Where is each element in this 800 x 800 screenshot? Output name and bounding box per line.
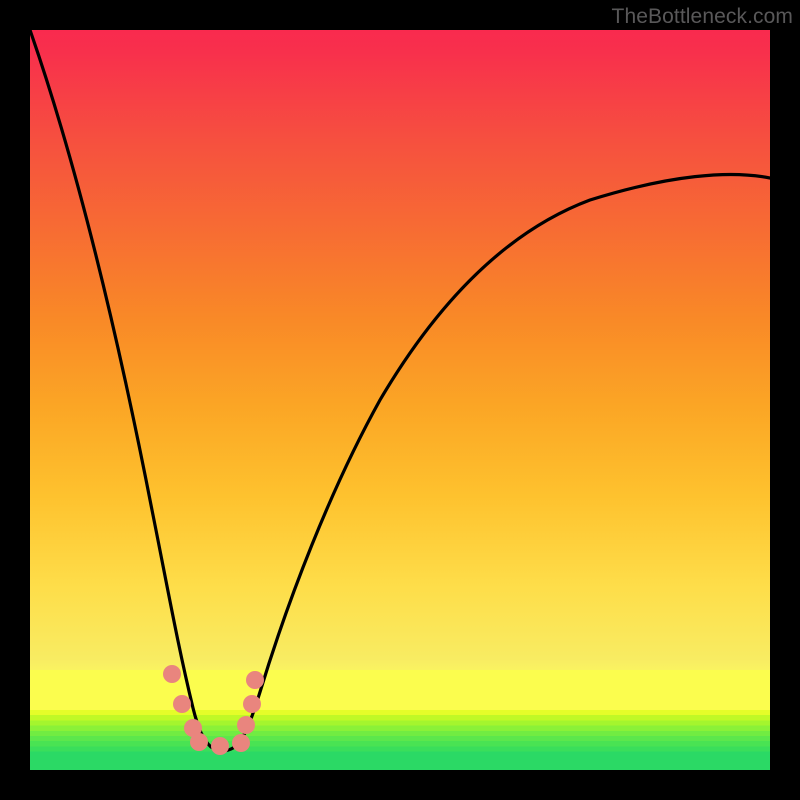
- bottleneck-curve: [30, 30, 770, 770]
- watermark-text: TheBottleneck.com: [612, 5, 793, 29]
- curve-path: [30, 30, 770, 751]
- plot-area: [30, 30, 770, 770]
- chart-stage: TheBottleneck.com: [0, 0, 800, 800]
- highlight-markers: [163, 665, 264, 755]
